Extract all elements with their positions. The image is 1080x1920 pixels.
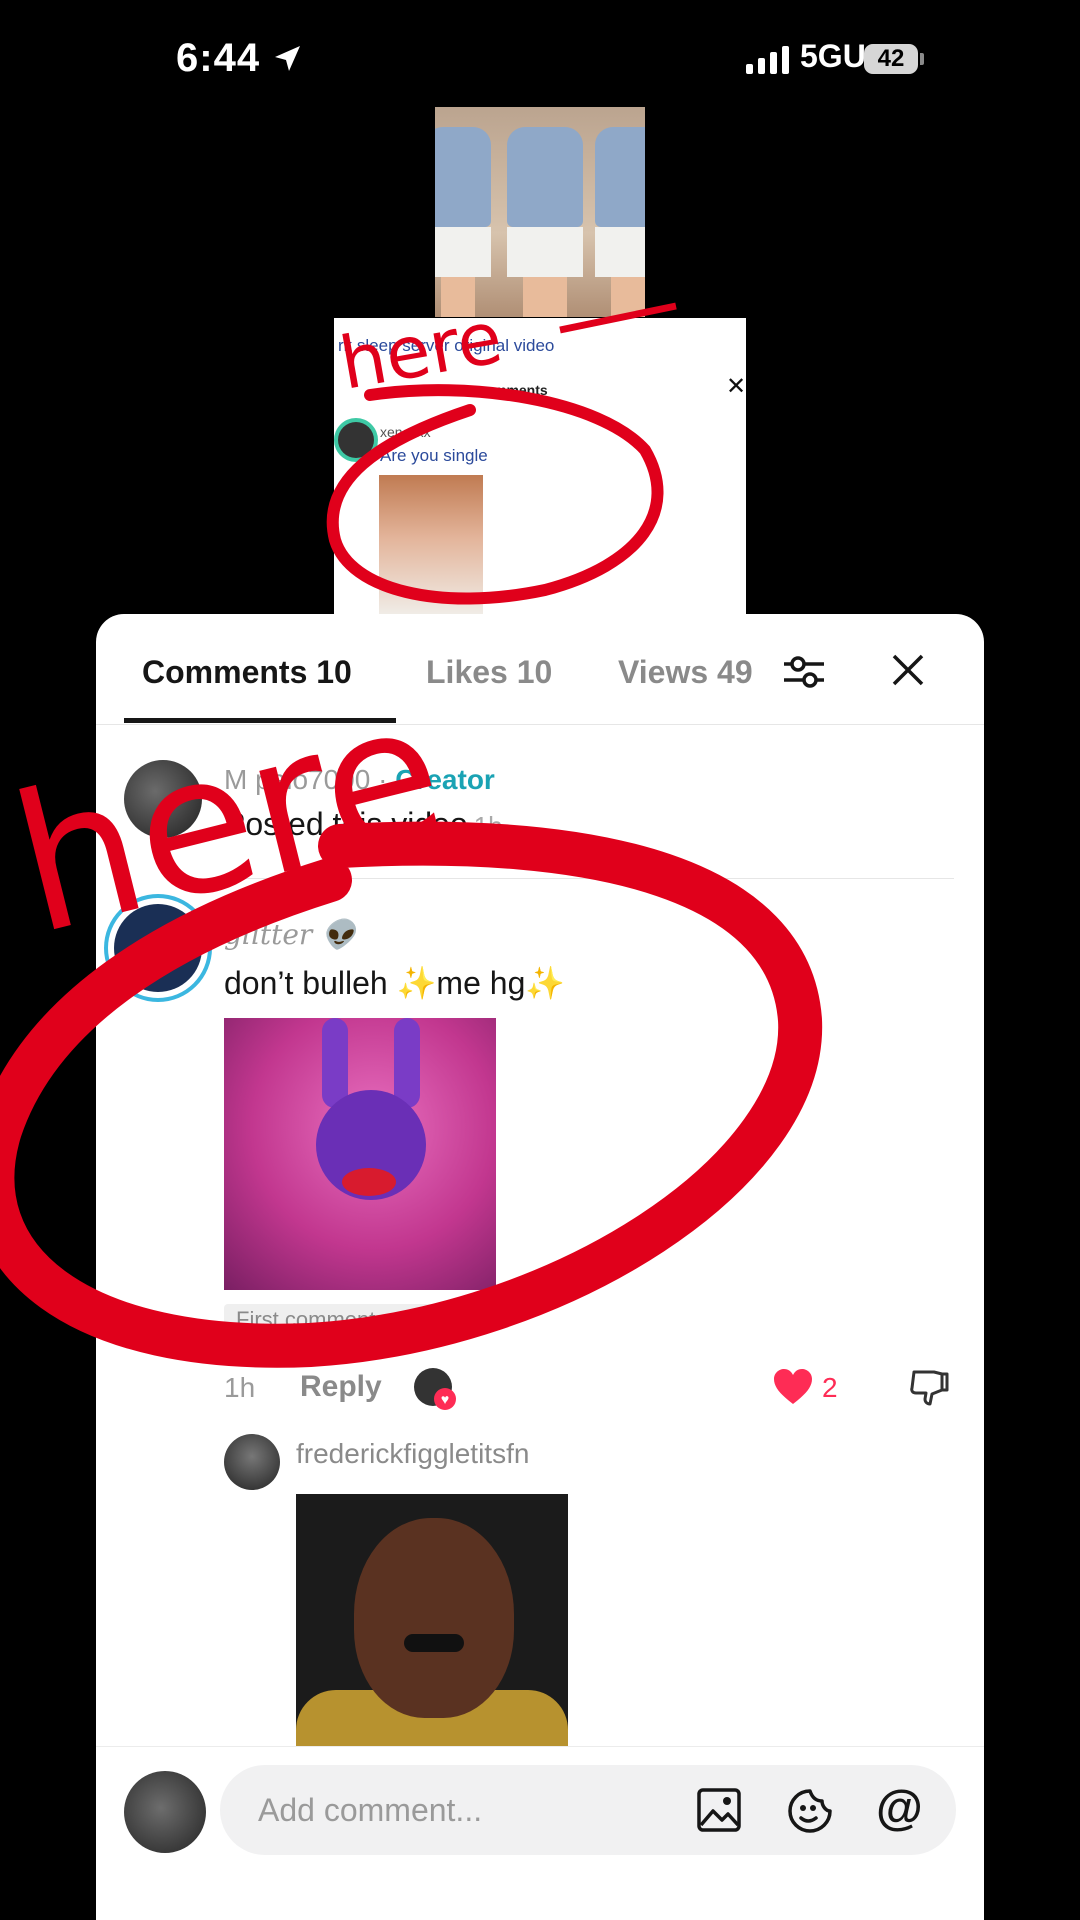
- reply-username[interactable]: frederickfiggletitsfn: [296, 1438, 529, 1470]
- commenter-username[interactable]: glitter 👽: [224, 918, 356, 951]
- comment-text: don’t bulleh ✨me hg✨: [224, 964, 565, 1002]
- reply-image[interactable]: [296, 1494, 568, 1754]
- embed-username: xenaiixx: [380, 424, 431, 440]
- embed-video-title: rk sleep server original video: [338, 336, 555, 355]
- tab-bar: Comments 10 Likes 10 Views 49: [96, 614, 984, 725]
- mention-at-icon[interactable]: @: [876, 1781, 923, 1836]
- comment-time: 1h: [224, 1372, 256, 1403]
- close-icon[interactable]: [888, 650, 928, 690]
- creator-tag: Creator: [395, 764, 495, 795]
- creator-text: Posted this video: [224, 806, 468, 842]
- embed-comment-image: [379, 475, 483, 614]
- tab-comments[interactable]: Comments 10: [142, 654, 352, 691]
- tab-views-label: Views 49: [618, 654, 753, 690]
- first-comment-badge: First comment: [224, 1304, 436, 1336]
- comment-text-part1: don’t bulleh: [224, 965, 397, 1001]
- reply-avatar[interactable]: [224, 1434, 280, 1490]
- comment-text-part2: me hg: [436, 965, 526, 1001]
- like-count: 2: [822, 1372, 838, 1403]
- tab-likes[interactable]: Likes 10: [426, 654, 552, 691]
- sparkle-icon: ✨: [396, 965, 437, 1001]
- embed-comments-header: mments: [494, 382, 548, 398]
- heart-badge-icon: ♥: [434, 1388, 456, 1410]
- heart-icon[interactable]: [772, 1368, 814, 1406]
- comments-sheet: Comments 10 Likes 10 Views 49 M palo7000…: [96, 614, 984, 1920]
- divider: [224, 878, 954, 879]
- creator-post-time: 1h: [473, 811, 503, 841]
- creator-avatar[interactable]: [124, 760, 202, 838]
- creator-post-row: M palo7000 · Creator Posted this video 1h: [96, 744, 984, 892]
- active-tab-underline: [124, 718, 396, 723]
- video-thumbnail[interactable]: [435, 107, 645, 317]
- my-avatar: [124, 1771, 206, 1853]
- creator-name-line: M palo7000 · Creator: [224, 764, 495, 795]
- comment-image[interactable]: [224, 1018, 496, 1290]
- creator-username[interactable]: M palo7000: [224, 764, 370, 795]
- image-icon[interactable]: [696, 1787, 742, 1833]
- commenter-avatar[interactable]: [114, 904, 202, 992]
- sparkle-icon: ✨: [525, 965, 566, 1001]
- emoji-sticker-icon[interactable]: [786, 1787, 834, 1835]
- thumbs-down-icon[interactable]: [908, 1366, 950, 1408]
- embedded-screenshot: rk sleep server original video mments ✕ …: [334, 318, 746, 614]
- creator-post-text: Posted this video 1h: [224, 806, 503, 843]
- tab-views[interactable]: Views 49: [618, 654, 758, 691]
- battery-icon: 42: [864, 44, 918, 74]
- reply-button[interactable]: Reply: [300, 1370, 382, 1404]
- add-comment-input[interactable]: [220, 1765, 956, 1855]
- location-arrow-icon: [275, 46, 300, 71]
- status-time: 6:44: [176, 36, 261, 80]
- embed-comment-text: Are you single: [380, 446, 488, 465]
- cellular-signal-icon: [746, 44, 789, 74]
- embed-close-icon: ✕: [726, 373, 746, 400]
- comment-composer: @: [96, 1746, 984, 1920]
- embed-avatar: [338, 422, 374, 458]
- filter-sliders-icon[interactable]: [782, 650, 826, 694]
- battery-nub: [920, 53, 924, 65]
